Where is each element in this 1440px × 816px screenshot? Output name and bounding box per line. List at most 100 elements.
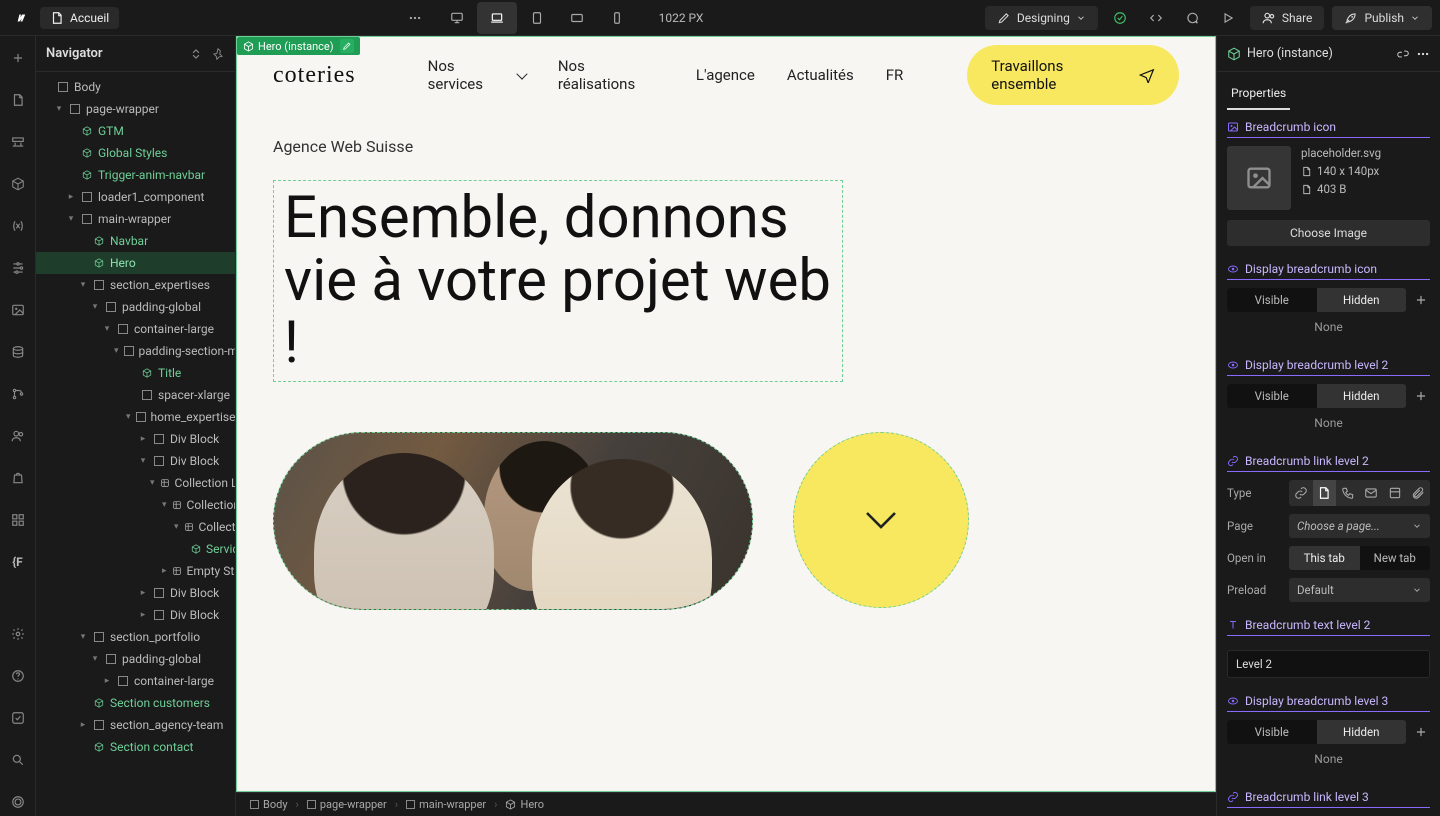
none-value[interactable]: None xyxy=(1227,312,1430,342)
finsweet-icon[interactable]: {F xyxy=(4,548,32,576)
hidden-option[interactable]: Hidden xyxy=(1317,720,1407,744)
more-icon[interactable] xyxy=(401,4,429,32)
components-icon[interactable] xyxy=(4,170,32,198)
none-value[interactable]: None xyxy=(1227,744,1430,774)
breadcrumb-item[interactable]: Body xyxy=(246,798,292,811)
tree-row[interactable]: spacer-xlarge xyxy=(36,384,235,406)
breadcrumb-item[interactable]: page-wrapper xyxy=(303,798,391,811)
hidden-option[interactable]: Hidden xyxy=(1317,384,1407,408)
tree-row[interactable]: ▾padding-section-med xyxy=(36,340,235,362)
desktop-breakpoint[interactable] xyxy=(437,2,477,34)
tree-row[interactable]: Trigger-anim-navbar xyxy=(36,164,235,186)
unlink-icon[interactable] xyxy=(1396,46,1410,61)
hero-scroll-button[interactable] xyxy=(793,432,969,608)
more-options-icon[interactable] xyxy=(1416,46,1430,61)
mode-switcher[interactable]: Designing xyxy=(985,6,1098,30)
site-logo[interactable]: coteries xyxy=(273,62,356,89)
tree-row[interactable]: Hero xyxy=(36,252,235,274)
preview-icon[interactable] xyxy=(1214,4,1242,32)
code-view-icon[interactable] xyxy=(1142,4,1170,32)
tree-row[interactable]: ▾container-large xyxy=(36,318,235,340)
nav-services[interactable]: Nos services xyxy=(428,57,526,93)
tree-row[interactable]: GTM xyxy=(36,120,235,142)
nav-agence[interactable]: L'agence xyxy=(696,66,755,84)
ecommerce-icon[interactable] xyxy=(4,464,32,492)
breadcrumb-item[interactable]: Hero xyxy=(501,798,548,811)
link-type-section[interactable] xyxy=(1383,480,1407,506)
tree-row[interactable]: Section contact xyxy=(36,736,235,758)
add-variant-icon[interactable] xyxy=(1412,387,1430,405)
link-type-file[interactable] xyxy=(1407,480,1431,506)
branch-icon[interactable] xyxy=(4,380,32,408)
add-variant-icon[interactable] xyxy=(1412,723,1430,741)
help-icon[interactable] xyxy=(4,662,32,690)
preload-select[interactable]: Default xyxy=(1289,578,1430,602)
visible-option[interactable]: Visible xyxy=(1227,720,1317,744)
tree-row[interactable]: ▸loader1_component xyxy=(36,186,235,208)
tree-row[interactable]: ▸section_agency-team xyxy=(36,714,235,736)
publish-button[interactable]: Publish xyxy=(1332,6,1432,30)
sliders-icon[interactable] xyxy=(4,254,32,282)
canvas-viewport[interactable]: Hero (instance) coteries Nos services No… xyxy=(236,36,1216,792)
tree-row[interactable]: Service xyxy=(36,538,235,560)
add-variant-icon[interactable] xyxy=(1412,291,1430,309)
tree-row[interactable]: ▸Div Block xyxy=(36,428,235,450)
tree-row[interactable]: ▸Div Block xyxy=(36,582,235,604)
link-type-email[interactable] xyxy=(1360,480,1384,506)
hero-title[interactable]: Ensemble, donnons vie à votre projet web… xyxy=(273,180,843,382)
nav-realisations[interactable]: Nos réalisations xyxy=(558,57,664,93)
tree-row[interactable]: ▾Collection Lis xyxy=(36,494,235,516)
users-icon[interactable] xyxy=(4,422,32,450)
ruler-icon[interactable] xyxy=(4,128,32,156)
tree-row[interactable]: ▾Collection List xyxy=(36,472,235,494)
tree-row[interactable]: Global Styles xyxy=(36,142,235,164)
pin-panel-icon[interactable] xyxy=(211,46,225,61)
tree-row[interactable]: Title xyxy=(36,362,235,384)
link-type-url[interactable] xyxy=(1289,480,1313,506)
audit-icon[interactable] xyxy=(4,704,32,732)
nav-cta-button[interactable]: Travaillons ensemble xyxy=(967,45,1179,105)
breadcrumb-text-l2-input[interactable] xyxy=(1227,650,1430,678)
tree-row[interactable]: ▾padding-global xyxy=(36,296,235,318)
tab-properties[interactable]: Properties xyxy=(1227,78,1290,110)
tree-row[interactable]: Body xyxy=(36,76,235,98)
page-select[interactable]: Choose a page... xyxy=(1289,514,1430,538)
tree-row[interactable]: ▾home_expertises-g xyxy=(36,406,235,428)
settings-icon[interactable] xyxy=(4,620,32,648)
open-new-tab[interactable]: New tab xyxy=(1360,546,1431,570)
tree-row[interactable]: ▸Empty State xyxy=(36,560,235,582)
tree-row[interactable]: ▸Div Block xyxy=(36,604,235,626)
pages-icon[interactable] xyxy=(4,86,32,114)
hero-image[interactable] xyxy=(273,432,753,610)
visible-option[interactable]: Visible xyxy=(1227,288,1317,312)
page-frame[interactable]: Hero (instance) coteries Nos services No… xyxy=(236,36,1216,792)
link-type-phone[interactable] xyxy=(1336,480,1360,506)
selected-instance-tag[interactable]: Hero (instance) xyxy=(237,37,360,55)
breadcrumb-item[interactable]: main-wrapper xyxy=(402,798,490,811)
tree-row[interactable]: ▾page-wrapper xyxy=(36,98,235,120)
tablet-breakpoint[interactable] xyxy=(517,2,557,34)
apps-icon[interactable] xyxy=(4,506,32,534)
tree-row[interactable]: ▾padding-global xyxy=(36,648,235,670)
open-this-tab[interactable]: This tab xyxy=(1289,546,1360,570)
tablet-landscape-breakpoint[interactable] xyxy=(557,2,597,34)
navigator-tree[interactable]: Body▾page-wrapperGTMGlobal StylesTrigger… xyxy=(36,72,235,816)
hidden-option[interactable]: Hidden xyxy=(1317,288,1407,312)
phone-breakpoint[interactable] xyxy=(597,2,637,34)
choose-image-button[interactable]: Choose Image xyxy=(1227,220,1430,246)
tree-row[interactable]: Navbar xyxy=(36,230,235,252)
visible-option[interactable]: Visible xyxy=(1227,384,1317,408)
comments-icon[interactable] xyxy=(1178,4,1206,32)
edit-instance-icon[interactable] xyxy=(340,39,354,53)
tree-row[interactable]: ▸container-large xyxy=(36,670,235,692)
home-button[interactable]: Accueil xyxy=(40,7,119,29)
target-icon[interactable] xyxy=(4,788,32,816)
status-check-icon[interactable] xyxy=(1106,4,1134,32)
laptop-breakpoint[interactable] xyxy=(477,2,517,34)
tree-row[interactable]: ▾section_portfolio xyxy=(36,626,235,648)
none-value[interactable]: None xyxy=(1227,408,1430,438)
variables-icon[interactable] xyxy=(4,212,32,240)
assets-icon[interactable] xyxy=(4,296,32,324)
image-thumbnail[interactable] xyxy=(1227,146,1291,210)
tree-row[interactable]: ▾Div Block xyxy=(36,450,235,472)
